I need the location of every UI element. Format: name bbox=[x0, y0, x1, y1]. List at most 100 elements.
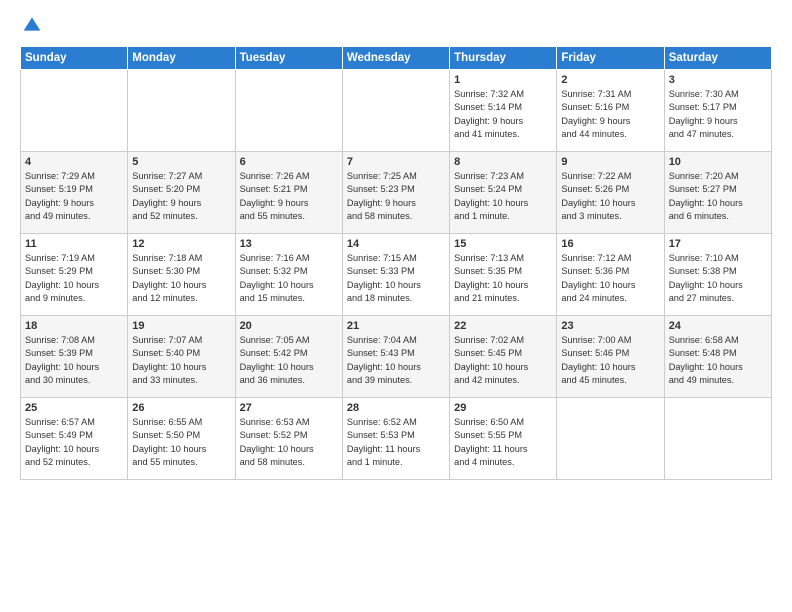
day-info: Sunrise: 7:30 AM Sunset: 5:17 PM Dayligh… bbox=[669, 89, 739, 139]
calendar-cell: 14 Sunrise: 7:15 AM Sunset: 5:33 PM Dayli… bbox=[342, 234, 449, 316]
day-info: Sunrise: 7:32 AM Sunset: 5:14 PM Dayligh… bbox=[454, 89, 524, 139]
day-number: 25 bbox=[25, 402, 123, 414]
day-info: Sunrise: 7:19 AM Sunset: 5:29 PM Dayligh… bbox=[25, 253, 99, 303]
day-info: Sunrise: 7:18 AM Sunset: 5:30 PM Dayligh… bbox=[132, 253, 206, 303]
day-info: Sunrise: 7:15 AM Sunset: 5:33 PM Dayligh… bbox=[347, 253, 421, 303]
week-row-2: 4 Sunrise: 7:29 AM Sunset: 5:19 PM Daylig… bbox=[21, 152, 772, 234]
day-info: Sunrise: 7:08 AM Sunset: 5:39 PM Dayligh… bbox=[25, 335, 99, 385]
day-number: 12 bbox=[132, 238, 230, 250]
calendar-cell: 5 Sunrise: 7:27 AM Sunset: 5:20 PM Daylig… bbox=[128, 152, 235, 234]
calendar-cell: 12 Sunrise: 7:18 AM Sunset: 5:30 PM Dayli… bbox=[128, 234, 235, 316]
day-number: 11 bbox=[25, 238, 123, 250]
calendar-cell: 26Sunrise: 6:55 AM Sunset: 5:50 PM Dayli… bbox=[128, 398, 235, 480]
day-number: 13 bbox=[240, 238, 338, 250]
day-number: 18 bbox=[25, 320, 123, 332]
calendar-cell: 24 Sunrise: 6:58 AM Sunset: 5:48 PM Dayli… bbox=[664, 316, 771, 398]
calendar-cell bbox=[235, 70, 342, 152]
calendar-cell: 21Sunrise: 7:04 AM Sunset: 5:43 PM Dayli… bbox=[342, 316, 449, 398]
day-info: Sunrise: 6:55 AM Sunset: 5:50 PM Dayligh… bbox=[132, 417, 206, 467]
calendar-cell: 1 Sunrise: 7:32 AM Sunset: 5:14 PM Daylig… bbox=[450, 70, 557, 152]
calendar-cell: 2 Sunrise: 7:31 AM Sunset: 5:16 PM Daylig… bbox=[557, 70, 664, 152]
calendar-cell: 7Sunrise: 7:25 AM Sunset: 5:23 PM Daylig… bbox=[342, 152, 449, 234]
day-number: 20 bbox=[240, 320, 338, 332]
day-number: 4 bbox=[25, 156, 123, 168]
day-number: 24 bbox=[669, 320, 767, 332]
day-number: 1 bbox=[454, 74, 552, 86]
header-cell-saturday: Saturday bbox=[664, 47, 771, 70]
day-info: Sunrise: 7:26 AM Sunset: 5:21 PM Dayligh… bbox=[240, 171, 310, 221]
calendar-cell: 19 Sunrise: 7:07 AM Sunset: 5:40 PM Dayli… bbox=[128, 316, 235, 398]
calendar-body: 1 Sunrise: 7:32 AM Sunset: 5:14 PM Daylig… bbox=[21, 70, 772, 480]
calendar-cell: 4 Sunrise: 7:29 AM Sunset: 5:19 PM Daylig… bbox=[21, 152, 128, 234]
day-number: 8 bbox=[454, 156, 552, 168]
calendar-cell bbox=[342, 70, 449, 152]
day-info: Sunrise: 7:29 AM Sunset: 5:19 PM Dayligh… bbox=[25, 171, 95, 221]
day-info: Sunrise: 7:16 AM Sunset: 5:32 PM Dayligh… bbox=[240, 253, 314, 303]
day-number: 16 bbox=[561, 238, 659, 250]
calendar-cell: 6 Sunrise: 7:26 AM Sunset: 5:21 PM Daylig… bbox=[235, 152, 342, 234]
day-number: 3 bbox=[669, 74, 767, 86]
day-info: Sunrise: 6:53 AM Sunset: 5:52 PM Dayligh… bbox=[240, 417, 314, 467]
day-number: 9 bbox=[561, 156, 659, 168]
day-info: Sunrise: 7:20 AM Sunset: 5:27 PM Dayligh… bbox=[669, 171, 743, 221]
day-info: Sunrise: 7:31 AM Sunset: 5:16 PM Dayligh… bbox=[561, 89, 631, 139]
calendar-cell: 8 Sunrise: 7:23 AM Sunset: 5:24 PM Daylig… bbox=[450, 152, 557, 234]
logo bbox=[20, 16, 42, 36]
week-row-5: 25 Sunrise: 6:57 AM Sunset: 5:49 PM Dayli… bbox=[21, 398, 772, 480]
calendar-cell bbox=[21, 70, 128, 152]
day-info: Sunrise: 7:10 AM Sunset: 5:38 PM Dayligh… bbox=[669, 253, 743, 303]
calendar-cell: 15Sunrise: 7:13 AM Sunset: 5:35 PM Dayli… bbox=[450, 234, 557, 316]
calendar-cell: 16 Sunrise: 7:12 AM Sunset: 5:36 PM Dayli… bbox=[557, 234, 664, 316]
week-row-1: 1 Sunrise: 7:32 AM Sunset: 5:14 PM Daylig… bbox=[21, 70, 772, 152]
day-number: 15 bbox=[454, 238, 552, 250]
calendar-cell: 13 Sunrise: 7:16 AM Sunset: 5:32 PM Dayli… bbox=[235, 234, 342, 316]
calendar-cell: 28 Sunrise: 6:52 AM Sunset: 5:53 PM Dayli… bbox=[342, 398, 449, 480]
calendar-cell: 20 Sunrise: 7:05 AM Sunset: 5:42 PM Dayli… bbox=[235, 316, 342, 398]
header bbox=[20, 16, 772, 36]
day-number: 21 bbox=[347, 320, 445, 332]
day-info: Sunrise: 6:57 AM Sunset: 5:49 PM Dayligh… bbox=[25, 417, 99, 467]
calendar-header: SundayMondayTuesdayWednesdayThursdayFrid… bbox=[21, 47, 772, 70]
day-number: 6 bbox=[240, 156, 338, 168]
header-cell-sunday: Sunday bbox=[21, 47, 128, 70]
day-number: 22 bbox=[454, 320, 552, 332]
day-info: Sunrise: 7:05 AM Sunset: 5:42 PM Dayligh… bbox=[240, 335, 314, 385]
calendar-cell: 22 Sunrise: 7:02 AM Sunset: 5:45 PM Dayli… bbox=[450, 316, 557, 398]
logo-icon bbox=[22, 14, 42, 34]
calendar-cell: 17Sunrise: 7:10 AM Sunset: 5:38 PM Dayli… bbox=[664, 234, 771, 316]
day-info: Sunrise: 7:02 AM Sunset: 5:45 PM Dayligh… bbox=[454, 335, 528, 385]
day-info: Sunrise: 7:23 AM Sunset: 5:24 PM Dayligh… bbox=[454, 171, 528, 221]
day-number: 27 bbox=[240, 402, 338, 414]
header-cell-tuesday: Tuesday bbox=[235, 47, 342, 70]
calendar-page: SundayMondayTuesdayWednesdayThursdayFrid… bbox=[0, 0, 792, 490]
day-number: 23 bbox=[561, 320, 659, 332]
calendar-cell bbox=[557, 398, 664, 480]
day-number: 14 bbox=[347, 238, 445, 250]
day-info: Sunrise: 7:27 AM Sunset: 5:20 PM Dayligh… bbox=[132, 171, 202, 221]
calendar-cell bbox=[664, 398, 771, 480]
header-cell-thursday: Thursday bbox=[450, 47, 557, 70]
day-number: 29 bbox=[454, 402, 552, 414]
calendar-cell: 23Sunrise: 7:00 AM Sunset: 5:46 PM Dayli… bbox=[557, 316, 664, 398]
header-row: SundayMondayTuesdayWednesdayThursdayFrid… bbox=[21, 47, 772, 70]
day-info: Sunrise: 7:25 AM Sunset: 5:23 PM Dayligh… bbox=[347, 171, 417, 221]
calendar-cell: 9 Sunrise: 7:22 AM Sunset: 5:26 PM Daylig… bbox=[557, 152, 664, 234]
week-row-3: 11 Sunrise: 7:19 AM Sunset: 5:29 PM Dayli… bbox=[21, 234, 772, 316]
day-info: Sunrise: 7:22 AM Sunset: 5:26 PM Dayligh… bbox=[561, 171, 635, 221]
header-cell-friday: Friday bbox=[557, 47, 664, 70]
week-row-4: 18 Sunrise: 7:08 AM Sunset: 5:39 PM Dayli… bbox=[21, 316, 772, 398]
calendar-cell: 11 Sunrise: 7:19 AM Sunset: 5:29 PM Dayli… bbox=[21, 234, 128, 316]
day-info: Sunrise: 7:12 AM Sunset: 5:36 PM Dayligh… bbox=[561, 253, 635, 303]
day-info: Sunrise: 6:52 AM Sunset: 5:53 PM Dayligh… bbox=[347, 417, 420, 467]
day-number: 19 bbox=[132, 320, 230, 332]
day-number: 5 bbox=[132, 156, 230, 168]
day-info: Sunrise: 6:58 AM Sunset: 5:48 PM Dayligh… bbox=[669, 335, 743, 385]
day-info: Sunrise: 7:07 AM Sunset: 5:40 PM Dayligh… bbox=[132, 335, 206, 385]
day-info: Sunrise: 6:50 AM Sunset: 5:55 PM Dayligh… bbox=[454, 417, 527, 467]
calendar-cell: 3 Sunrise: 7:30 AM Sunset: 5:17 PM Daylig… bbox=[664, 70, 771, 152]
day-number: 2 bbox=[561, 74, 659, 86]
day-number: 28 bbox=[347, 402, 445, 414]
calendar-cell: 10Sunrise: 7:20 AM Sunset: 5:27 PM Dayli… bbox=[664, 152, 771, 234]
header-cell-wednesday: Wednesday bbox=[342, 47, 449, 70]
calendar-cell: 18 Sunrise: 7:08 AM Sunset: 5:39 PM Dayli… bbox=[21, 316, 128, 398]
